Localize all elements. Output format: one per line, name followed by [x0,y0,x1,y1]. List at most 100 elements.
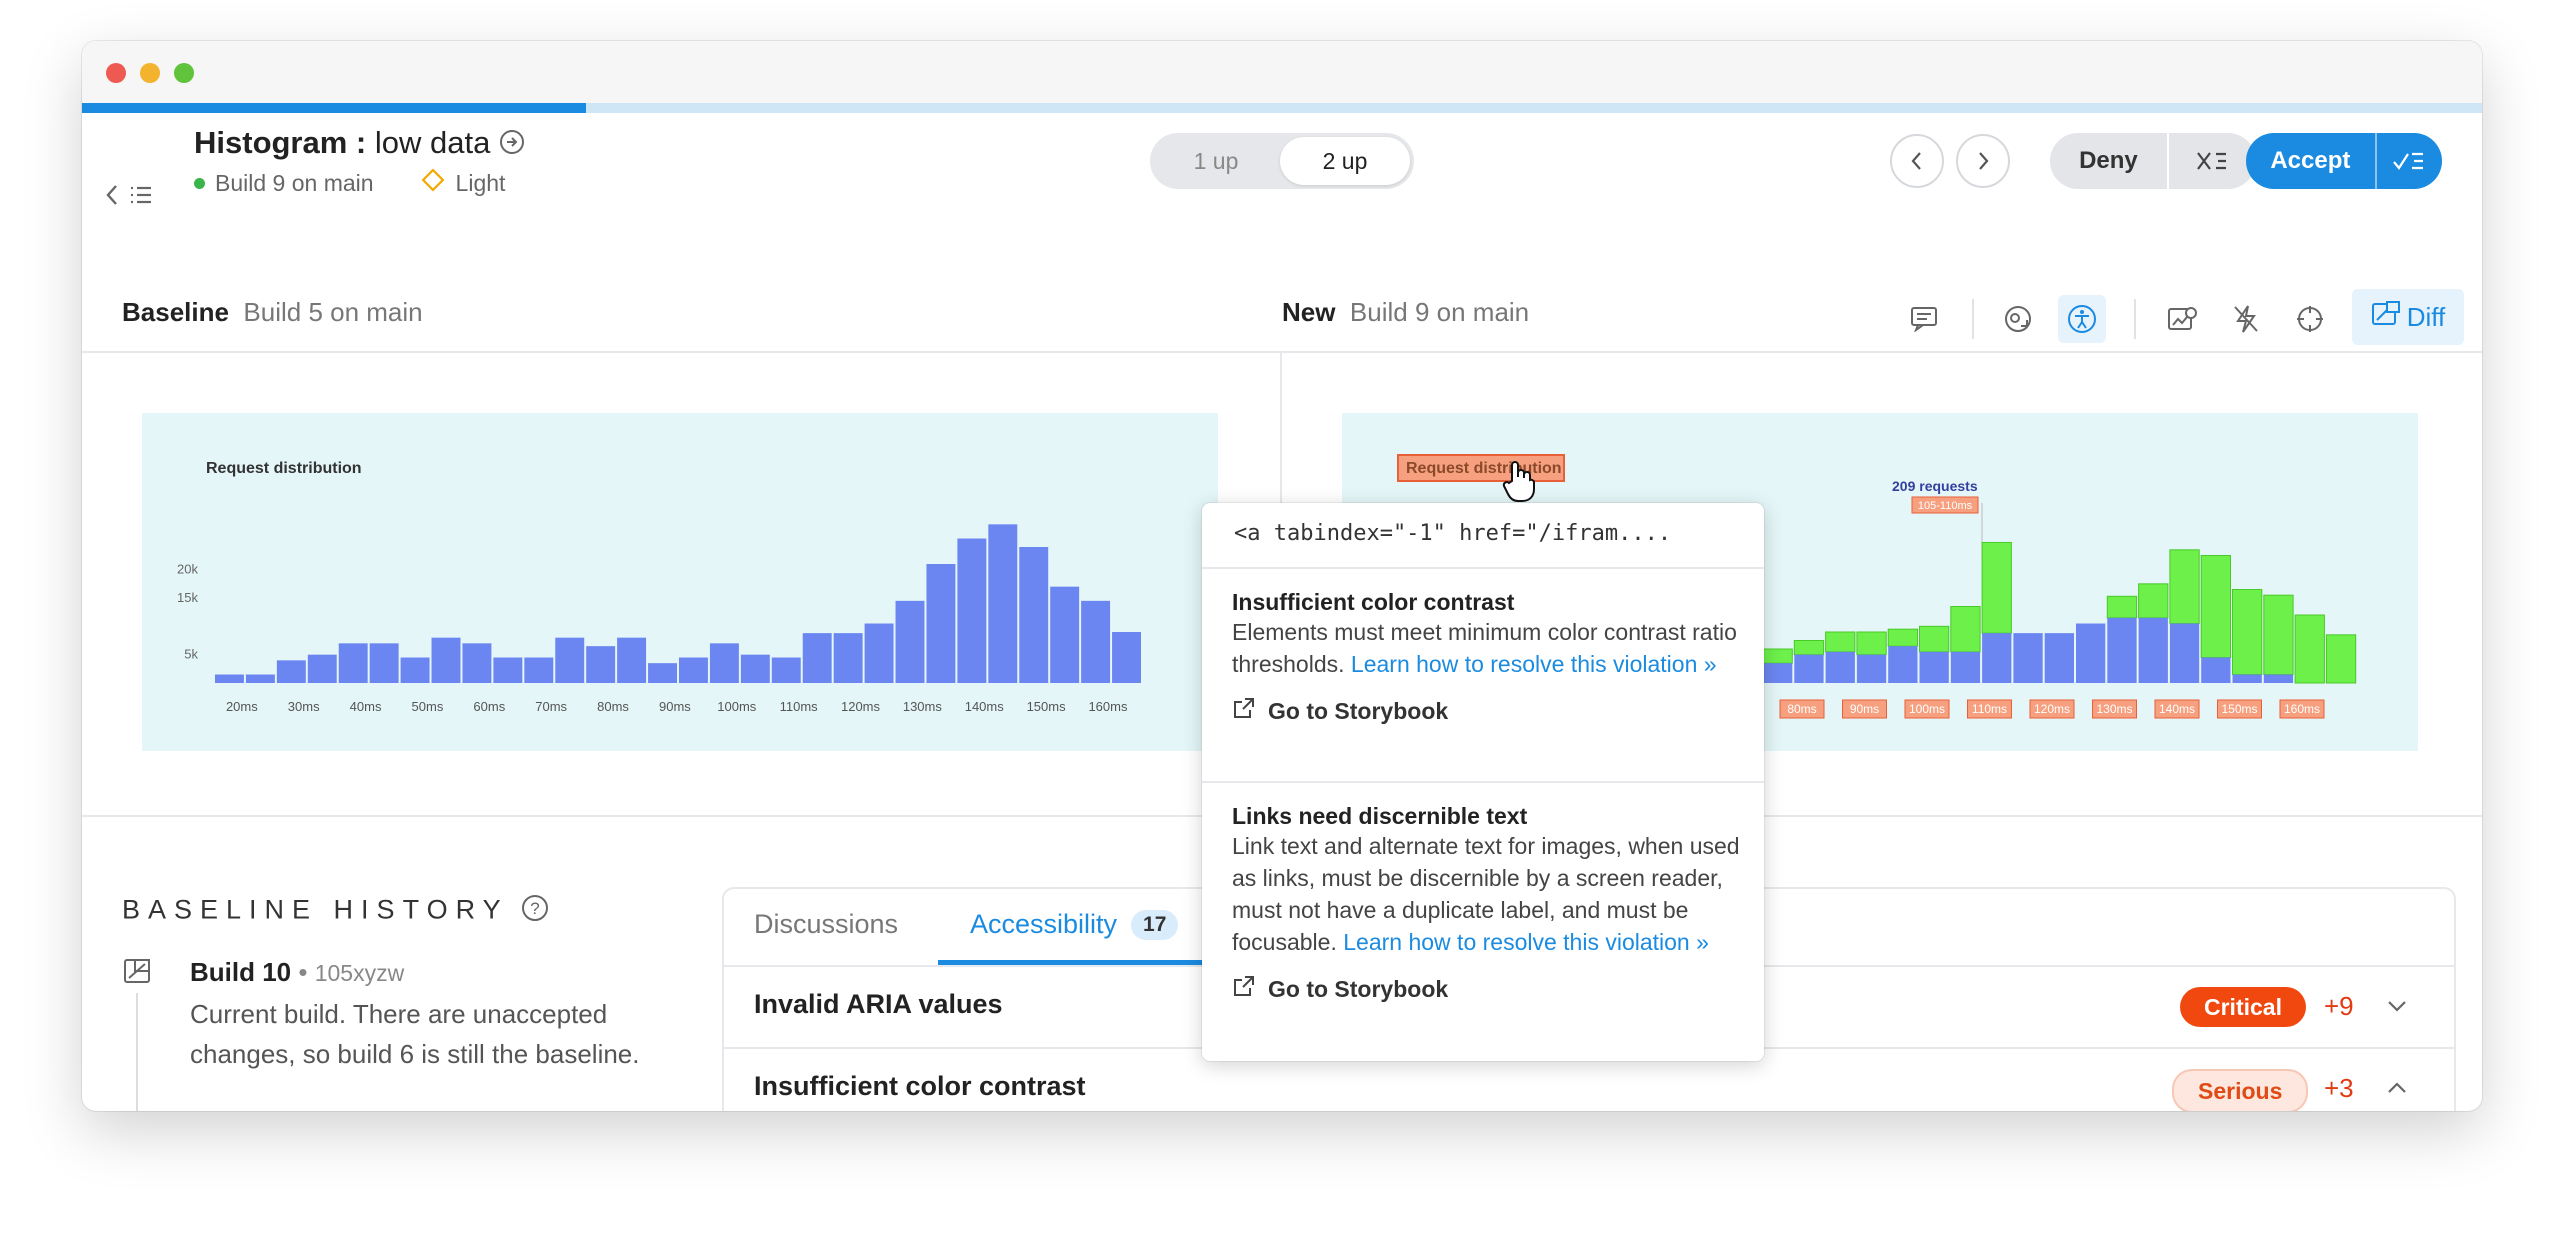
view-2up-option[interactable]: 2 up [1280,137,1410,185]
x-tick-label: 150ms [1027,699,1067,714]
arrow-circle-right-icon[interactable] [499,127,525,163]
violation-detail-title: Insufficient color contrast [1232,589,1515,615]
baseline-chart: Request distribution 5k 15k 20k 20ms 30ms 40ms… [177,460,1141,714]
vision-icon[interactable] [1994,295,2042,343]
new-label: New [1282,297,1336,327]
x-tick-label: 100ms [717,699,757,714]
chart-title: Request distribution [206,460,362,477]
x-tick-label: 50ms [412,699,444,714]
history-build: Build 10 [190,957,292,987]
tab-accessibility[interactable]: Accessibility 17 [970,909,1179,940]
history-timeline-line [136,993,138,1111]
histogram-bar [679,657,708,683]
go-to-storybook-link[interactable]: Go to Storybook [1232,696,1740,726]
view-1up-option[interactable]: 1 up [1154,137,1278,185]
histogram-bar [1763,663,1793,683]
diff-bar-segment [2294,614,2325,684]
x-tick-label: 40ms [350,699,382,714]
tab-accessibility-label: Accessibility [970,909,1118,939]
histogram-bar [2013,633,2043,683]
histogram-bar [1112,632,1141,683]
diff-bar-segment [2263,594,2294,676]
histogram-bar [555,637,585,683]
build-history-icon [122,957,152,990]
histogram-bar [2201,657,2231,683]
go-to-storybook-link[interactable]: Go to Storybook [1232,974,1740,1004]
x-tick-label: 130ms [903,699,943,714]
diamond-icon [420,167,446,199]
histogram-bar [1019,547,1049,683]
diff-toggle-button[interactable]: Diff [2352,289,2464,345]
severity-badge: Critical [2180,987,2306,1027]
chevron-up-icon[interactable] [2386,1075,2408,1101]
accept-button[interactable]: Accept [2246,133,2375,189]
histogram-bar [617,637,647,683]
histogram-bar [1919,651,1949,683]
diff-bar-segment [2169,549,2200,624]
x-tick-label: 120ms [2034,702,2070,716]
tab-discussions[interactable]: Discussions [754,909,898,940]
x-tick-label: 140ms [2159,702,2195,716]
history-item[interactable]: Build 10 • 105xyzw Current build. There … [190,957,690,1074]
learn-more-link[interactable]: Learn how to resolve this violation » [1351,651,1717,677]
violation-label: Insufficient color contrast [754,1071,1086,1101]
x-tick-label: 60ms [473,699,505,714]
external-link-icon [1232,696,1256,726]
histogram-bar [307,654,337,683]
review-progress-fill [82,103,586,113]
mode-label[interactable]: Light [456,170,506,197]
histogram-bar [493,657,523,683]
histogram-bar [245,674,275,683]
story-meta: Build 9 on main Light [194,167,505,199]
previous-change-button[interactable] [1890,134,1944,188]
accept-options-button[interactable] [2374,133,2442,189]
histogram-bar [1794,654,1824,683]
y-tick-label: 20k [177,562,198,577]
chart-title: Request distribution [1406,460,1562,477]
histogram-bar [2138,617,2168,683]
histogram-bar [462,643,492,683]
build-label[interactable]: Build 9 on main [215,170,374,197]
violation-detail-title: Links need discernible text [1232,803,1528,829]
violation-delta: +9 [2324,991,2354,1021]
x-tick-label: 100ms [1909,702,1945,716]
baseline-snapshot[interactable]: Request distribution 5k 15k 20k 20ms 30ms 40ms… [142,413,1218,751]
baseline-header: Baseline Build 5 on main [122,297,423,328]
accessibility-icon[interactable] [2058,295,2106,343]
comment-icon[interactable] [1900,295,1948,343]
baseline-history-heading: BASELINE HISTORY [122,894,509,925]
chevron-down-icon[interactable] [2386,993,2408,1019]
deny-button[interactable]: Deny [2050,133,2167,189]
baseline-build[interactable]: Build 5 on main [243,297,422,327]
histogram-bar [276,660,306,683]
diff-bar-segment [1919,625,1950,653]
help-circle-icon[interactable]: ? [520,893,550,930]
close-window-button[interactable] [106,63,126,83]
next-change-button[interactable] [1956,134,2010,188]
x-tick-label: 120ms [841,699,881,714]
diff-bar-segment [2138,583,2169,619]
minimize-window-button[interactable] [140,63,160,83]
annotation-sub-label: 105-110ms [1918,500,1973,512]
histogram-bar [926,564,956,683]
new-build[interactable]: Build 9 on main [1350,297,1529,327]
maximize-window-button[interactable] [174,63,194,83]
histogram-bar [895,600,925,683]
diff-bar-segment [2106,595,2138,619]
deny-options-button[interactable] [2166,133,2256,189]
build-status-dot [194,177,205,189]
chevron-left-icon[interactable] [100,175,124,215]
history-description: Current build. There are unaccepted chan… [190,999,640,1069]
external-link-icon [1232,974,1256,1004]
histogram-bar [1856,654,1887,683]
image-compare-icon[interactable] [2158,295,2206,343]
flash-off-icon[interactable] [2222,295,2270,343]
list-icon[interactable] [126,177,156,213]
diff-bar-segment [1950,606,1981,653]
window-titlebar [82,41,2482,103]
histogram-bar [740,654,770,683]
crosshair-icon[interactable] [2286,295,2334,343]
learn-more-link[interactable]: Learn how to resolve this violation » [1343,929,1709,955]
histogram-bar [771,657,801,683]
go-to-storybook-label: Go to Storybook [1268,697,1449,724]
